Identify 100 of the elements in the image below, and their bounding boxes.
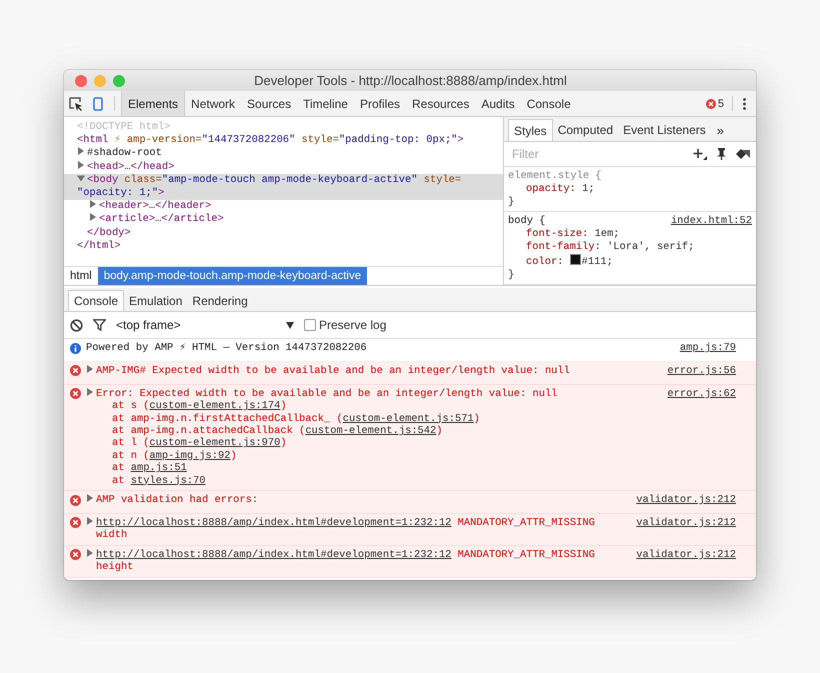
rule-close-brace: } [508, 196, 516, 209]
inspect-icon[interactable] [69, 96, 83, 110]
node-text: #shadow-root [87, 147, 162, 161]
panel-tab[interactable]: Resources [406, 91, 476, 116]
file-link[interactable]: custom-element.js:174 [149, 400, 280, 412]
toggle-arrow-icon[interactable] [77, 160, 85, 169]
message-text: at s ( [112, 400, 150, 412]
message-text: AMP validation had errors: [96, 494, 260, 506]
css-selector: body { [508, 215, 546, 228]
toggle-arrow-icon[interactable] [89, 213, 97, 222]
toggle-arrow-icon[interactable] [86, 388, 94, 396]
message-text: at [112, 462, 126, 474]
message-text: ) [474, 412, 480, 425]
toggle-arrow-icon[interactable] [86, 516, 94, 525]
context-select[interactable]: <top frame> [116, 318, 294, 332]
error-count[interactable]: 5 [718, 98, 724, 110]
amp-bolt: ⚡ [113, 134, 121, 148]
color-swatch[interactable] [570, 254, 581, 265]
html-tag: </html> [77, 240, 121, 254]
node-row[interactable]: <header>…</header> [64, 200, 503, 214]
clear-icon[interactable] [70, 318, 83, 332]
dropdown-caret-icon [286, 322, 294, 328]
file-link[interactable]: custom-element.js:542 [305, 425, 436, 438]
message-text: ) [230, 450, 237, 462]
html-tag: <head> [87, 160, 124, 174]
breadcrumb[interactable]: html [64, 267, 98, 285]
rule-close-brace: } [508, 269, 516, 282]
filter-field[interactable]: Filter [510, 146, 693, 162]
toggle-arrow-icon[interactable] [77, 147, 85, 156]
attribute-value: "amp-mode-touch amp-mode-keyboard-active" [162, 174, 418, 188]
toggle-arrow-icon[interactable] [86, 494, 94, 502]
panel-tab[interactable]: Network [185, 91, 242, 116]
css-declaration: font-family: 'Lora', serif; [525, 241, 696, 254]
message-text: AMP-IMG# Expected width to be available and be an integer/length value: null [96, 364, 571, 378]
panel-tab[interactable]: Profiles [354, 91, 406, 116]
sidebar-tab[interactable]: Event Listeners [618, 119, 711, 142]
preserve-log-checkbox[interactable] [304, 319, 316, 331]
element-state-icon[interactable] [736, 149, 750, 160]
more-tabs-button[interactable]: » [710, 119, 730, 142]
add-rule-icon[interactable] [693, 148, 707, 160]
panel-tab[interactable]: Sources [241, 91, 298, 116]
css-declaration: font-size: 1em; [525, 228, 621, 241]
attribute-name: style= [422, 174, 462, 188]
node-row[interactable]: #shadow-root [64, 147, 503, 161]
file-link[interactable]: amp-img.js:92 [149, 450, 230, 462]
pin-icon[interactable] [717, 148, 726, 160]
message-text: at amp-img.n.attachedCallback ( [112, 425, 306, 438]
source-link[interactable]: validator.js:212 [614, 548, 736, 574]
attribute-name: amp-version= [126, 134, 202, 148]
file-link[interactable]: custom-element.js:571 [342, 412, 474, 425]
message-text: ) [436, 425, 443, 438]
panel-tab[interactable]: Audits [475, 91, 521, 116]
source-link[interactable]: error.js:56 [614, 364, 736, 381]
file-link[interactable]: http://localhost:8888/amp/index.html#development=1:232:12 [96, 516, 452, 529]
message-text: ) [280, 437, 287, 450]
attribute-value: "1447372082206" [202, 134, 296, 148]
source-link[interactable]: validator.js:212 [614, 494, 736, 510]
node-text: … [124, 160, 131, 174]
node-row[interactable]: <head>…</head> [64, 160, 503, 174]
attribute-value: "padding-top: 0px;" [338, 134, 458, 148]
close-button[interactable] [75, 74, 87, 86]
html-tag: </article> [161, 213, 224, 227]
node-row[interactable]: <html ⚡ amp-version="1447372082206" style="padding-top: 0px;"> [64, 134, 503, 148]
html-tag: </body> [87, 226, 131, 240]
sidebar-tab[interactable]: Computed [552, 119, 618, 142]
node-text: … [148, 200, 156, 214]
device-icon[interactable] [93, 96, 103, 110]
file-link[interactable]: amp.js:51 [130, 462, 187, 474]
source-link[interactable]: index.html:52 [670, 215, 752, 228]
error-icon [70, 388, 81, 400]
toggle-arrow-icon[interactable] [86, 364, 94, 373]
attribute-name: class= [123, 174, 162, 188]
toggle-arrow-icon[interactable] [89, 200, 97, 208]
panel-tab[interactable]: Console [520, 91, 577, 116]
drawer-tab[interactable]: Rendering [187, 290, 253, 311]
file-link[interactable]: custom-element.js:970 [149, 437, 280, 450]
selected-node-row[interactable]: <body class="amp-mode-touch amp-mode-keyboard-active" style= "opacity: 1;"> [64, 174, 503, 200]
html-tag: <body [87, 174, 118, 188]
drawer-tab[interactable]: Console [68, 290, 124, 311]
html-tag: > [158, 187, 164, 200]
breadcrumb[interactable]: body.amp-mode-touch.amp-mode-keyboard-active [98, 267, 368, 285]
panel-tab[interactable]: Elements [121, 91, 186, 116]
toggle-arrow-icon[interactable] [77, 174, 85, 182]
node-row[interactable]: <article>…</article> [64, 213, 503, 227]
attribute-value: "opacity: 1;" [77, 187, 158, 200]
sidebar-tab[interactable]: Styles [508, 119, 553, 142]
source-link[interactable]: amp.js:79 [614, 342, 736, 358]
file-link[interactable]: http://localhost:8888/amp/index.html#development=1:232:12 [96, 548, 452, 561]
css-declaration: color: #111; [525, 254, 614, 269]
drawer-tab[interactable]: Emulation [124, 290, 188, 311]
message-text: at n ( [112, 450, 150, 462]
html-tag: <header> [99, 200, 149, 214]
menu-icon[interactable] [743, 98, 746, 110]
source-link[interactable]: validator.js:212 [614, 516, 736, 542]
filter-icon[interactable] [93, 319, 106, 331]
panel-tab[interactable]: Timeline [297, 91, 354, 116]
toggle-arrow-icon[interactable] [86, 548, 94, 557]
html-tag: </head> [130, 160, 174, 174]
file-link[interactable]: styles.js:70 [130, 474, 206, 487]
source-link[interactable]: error.js:62 [614, 388, 736, 488]
